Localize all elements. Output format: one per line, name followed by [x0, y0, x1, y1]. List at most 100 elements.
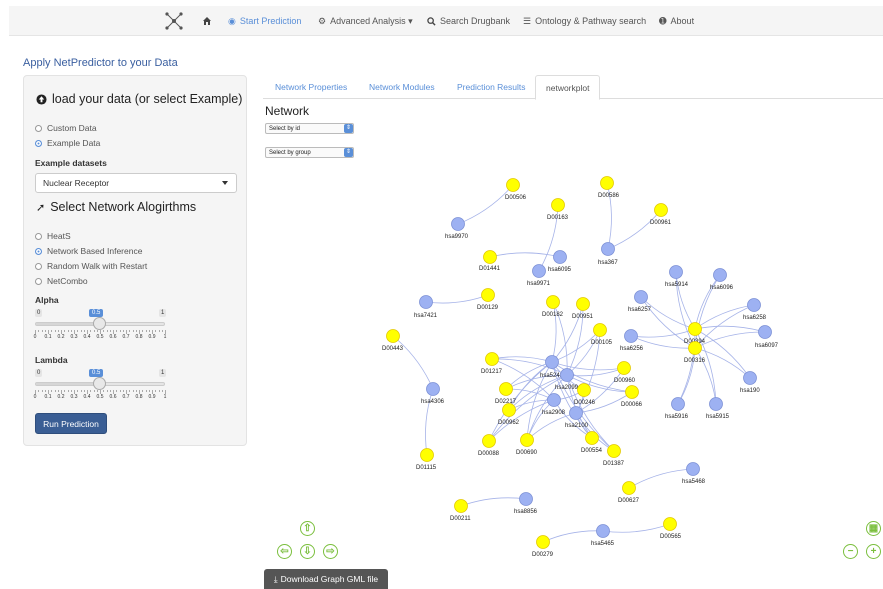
- drug-node[interactable]: [546, 295, 560, 309]
- target-node[interactable]: [519, 492, 533, 506]
- node-label: hsa2100: [565, 423, 589, 429]
- node-label: hsa9970: [445, 234, 469, 240]
- drug-node[interactable]: [688, 322, 702, 336]
- node-label: hsa5916: [665, 414, 689, 420]
- target-node[interactable]: [596, 524, 610, 538]
- pan-left-icon[interactable]: ⇦: [277, 544, 292, 559]
- drug-node[interactable]: [577, 383, 591, 397]
- node-label: D00279: [532, 552, 554, 558]
- target-node[interactable]: [545, 355, 559, 369]
- node-label: hsa5914: [665, 282, 689, 288]
- node-label: D01217: [481, 369, 503, 375]
- network-edge: [489, 252, 561, 258]
- zoom-in-icon[interactable]: +: [866, 544, 881, 559]
- target-node[interactable]: [601, 242, 615, 256]
- network-edge: [677, 347, 696, 405]
- pan-down-icon[interactable]: ⇩: [300, 544, 315, 559]
- node-label: hsa367: [598, 260, 618, 266]
- target-node[interactable]: [671, 397, 685, 411]
- node-label: D00627: [618, 498, 640, 504]
- drug-node[interactable]: [654, 203, 668, 217]
- target-node[interactable]: [634, 290, 648, 304]
- node-label: D00316: [684, 358, 706, 364]
- drug-node[interactable]: [481, 288, 495, 302]
- zoom-extend-icon[interactable]: ▦: [866, 521, 881, 536]
- network-edge: [694, 325, 766, 333]
- pan-right-icon[interactable]: ⇨: [323, 544, 338, 559]
- network-edge: [551, 329, 601, 363]
- drug-node[interactable]: [485, 352, 499, 366]
- drug-node[interactable]: [663, 517, 677, 531]
- node-label: D00105: [591, 340, 613, 346]
- node-label: D00690: [516, 450, 538, 456]
- drug-node[interactable]: [600, 176, 614, 190]
- drug-node[interactable]: [585, 431, 599, 445]
- drug-node[interactable]: [483, 250, 497, 264]
- drug-node[interactable]: [688, 341, 702, 355]
- target-node[interactable]: [419, 295, 433, 309]
- drug-node[interactable]: [551, 198, 565, 212]
- target-node[interactable]: [686, 462, 700, 476]
- node-label: hsa6258: [743, 315, 767, 321]
- drug-node[interactable]: [420, 448, 434, 462]
- drug-node[interactable]: [499, 382, 513, 396]
- drug-node[interactable]: [622, 481, 636, 495]
- network-edge: [551, 301, 557, 363]
- target-node[interactable]: [669, 265, 683, 279]
- target-node[interactable]: [709, 397, 723, 411]
- target-node[interactable]: [713, 268, 727, 282]
- node-label: hsa6096: [710, 285, 734, 291]
- target-node[interactable]: [569, 406, 583, 420]
- node-label: D00962: [498, 420, 520, 426]
- target-node[interactable]: [747, 298, 761, 312]
- target-node[interactable]: [758, 325, 772, 339]
- target-node[interactable]: [624, 329, 638, 343]
- drug-node[interactable]: [506, 178, 520, 192]
- target-node[interactable]: [451, 217, 465, 231]
- drug-node[interactable]: [502, 403, 516, 417]
- node-label: hsa5465: [591, 541, 615, 547]
- node-label: D00554: [581, 448, 603, 454]
- target-node[interactable]: [547, 393, 561, 407]
- network-edge: [392, 335, 434, 390]
- drug-node[interactable]: [625, 385, 639, 399]
- node-label: D00182: [542, 312, 564, 318]
- node-label: hsa9971: [527, 281, 551, 287]
- network-edge: [425, 294, 489, 304]
- network-graph[interactable]: D00506 D00163 D00586 D00961 hsa9970 hsa367 D01…: [0, 0, 883, 589]
- drug-node[interactable]: [386, 329, 400, 343]
- node-label: D00506: [505, 195, 527, 201]
- target-node[interactable]: [743, 371, 757, 385]
- node-label: hsa2908: [542, 410, 566, 416]
- network-edge: [607, 209, 662, 250]
- node-label: hsa4306: [421, 399, 445, 405]
- target-node[interactable]: [553, 250, 567, 264]
- pan-up-icon[interactable]: ⇧: [300, 521, 315, 536]
- node-label: hsa5468: [682, 479, 706, 485]
- node-label: D00129: [477, 305, 499, 311]
- network-edge: [630, 328, 696, 338]
- drug-node[interactable]: [520, 433, 534, 447]
- drug-node[interactable]: [607, 444, 621, 458]
- download-label: Download Graph GML file: [280, 574, 379, 584]
- drug-node[interactable]: [536, 535, 550, 549]
- target-node[interactable]: [560, 368, 574, 382]
- network-edge: [602, 523, 671, 533]
- zoom-out-icon[interactable]: −: [843, 544, 858, 559]
- node-label: D01115: [416, 465, 437, 471]
- node-label: hsa2099: [555, 385, 579, 391]
- node-label: D00246: [574, 400, 596, 406]
- network-edge: [457, 184, 514, 225]
- target-node[interactable]: [532, 264, 546, 278]
- drug-node[interactable]: [617, 361, 631, 375]
- drug-node[interactable]: [576, 297, 590, 311]
- drug-node[interactable]: [593, 323, 607, 337]
- download-gml-button[interactable]: ⤓ Download Graph GML file: [264, 569, 388, 589]
- node-label: D00565: [660, 534, 682, 540]
- node-label: hsa6095: [548, 267, 572, 273]
- node-label: D00163: [547, 215, 569, 221]
- drug-node[interactable]: [454, 499, 468, 513]
- drug-node[interactable]: [482, 434, 496, 448]
- download-icon: ⤓: [273, 573, 278, 584]
- target-node[interactable]: [426, 382, 440, 396]
